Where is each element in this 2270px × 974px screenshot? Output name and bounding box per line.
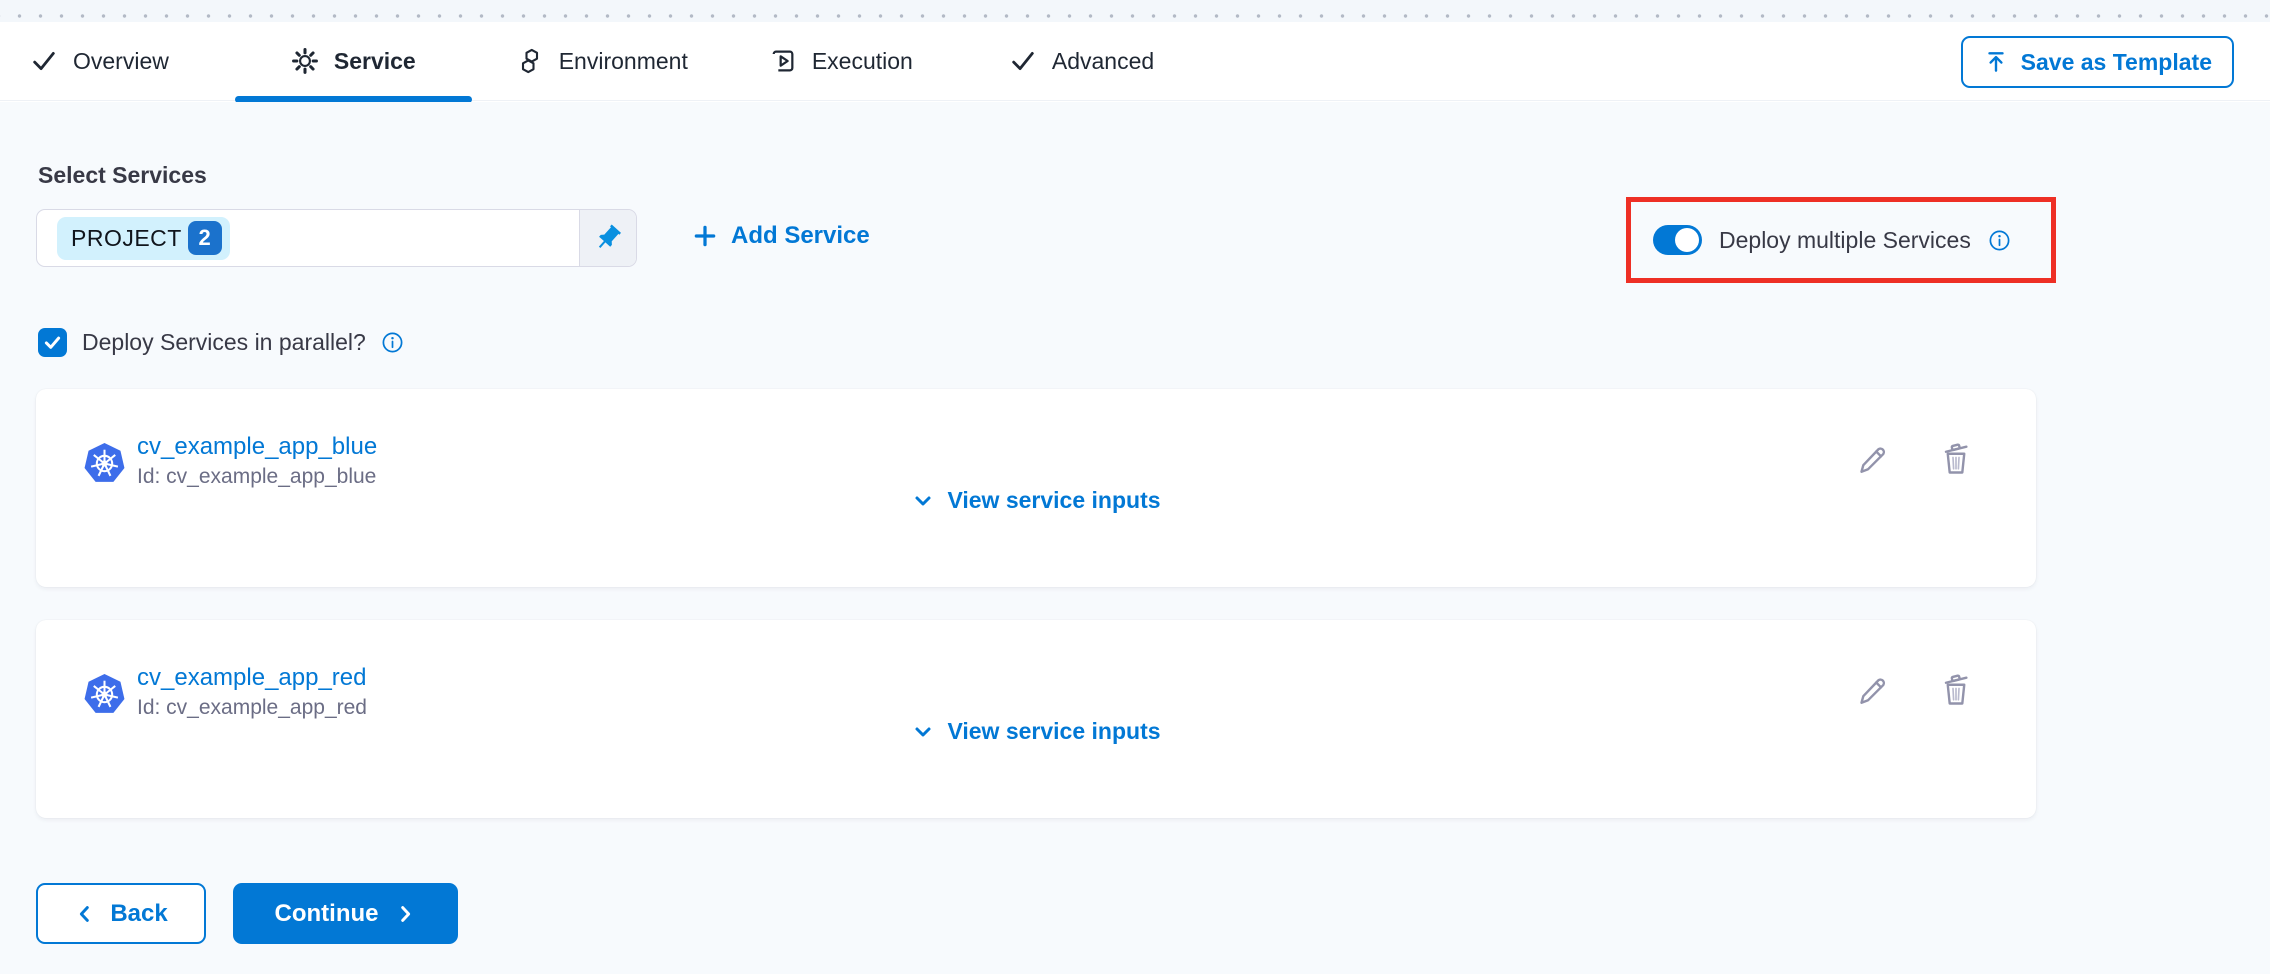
add-service-button[interactable]: Add Service xyxy=(692,222,870,250)
deploy-multiple-services-toggle[interactable] xyxy=(1653,225,1702,255)
deploy-parallel-label: Deploy Services in parallel? xyxy=(82,329,366,356)
view-service-inputs-button[interactable]: View service inputs xyxy=(36,487,2036,514)
project-tag-label: PROJECT xyxy=(71,225,182,252)
stage-content-area: Select Services PROJECT 2 Add Servi xyxy=(0,102,2270,974)
check-icon xyxy=(1009,47,1037,75)
tab-label: Overview xyxy=(73,48,169,75)
pin-button[interactable] xyxy=(579,210,636,266)
tab-label: Execution xyxy=(812,48,913,75)
back-label: Back xyxy=(110,900,167,928)
continue-button[interactable]: Continue xyxy=(233,883,458,944)
card-actions xyxy=(1854,672,1974,708)
project-tag[interactable]: PROJECT 2 xyxy=(57,217,230,260)
info-icon[interactable] xyxy=(1988,229,2011,252)
select-services-label: Select Services xyxy=(38,162,207,189)
service-id-text: Id: cv_example_app_red xyxy=(137,696,367,720)
save-as-template-label: Save as Template xyxy=(2021,49,2212,76)
service-id-text: Id: cv_example_app_blue xyxy=(137,465,376,489)
edit-icon[interactable] xyxy=(1854,441,1890,477)
service-name-link[interactable]: cv_example_app_red xyxy=(137,664,367,692)
edit-icon[interactable] xyxy=(1854,672,1890,708)
stage-tab-bar: Overview Service xyxy=(0,22,2270,101)
deploy-multiple-services-label: Deploy multiple Services xyxy=(1719,227,1971,254)
add-service-label: Add Service xyxy=(731,222,870,250)
service-card: cv_example_app_blue Id: cv_example_app_b… xyxy=(36,389,2036,587)
chevron-right-icon xyxy=(394,903,416,925)
kubernetes-icon xyxy=(82,672,127,717)
pin-icon xyxy=(593,223,623,253)
tab-service[interactable]: Service xyxy=(291,22,416,100)
deploy-parallel-checkbox[interactable] xyxy=(38,328,67,357)
dotted-top-strip xyxy=(0,0,2270,22)
tab-label: Service xyxy=(334,48,416,75)
selected-services-tags: PROJECT 2 xyxy=(37,217,579,260)
tab-execution[interactable]: Execution xyxy=(769,22,913,100)
footer-buttons: Back Continue xyxy=(36,883,458,944)
trash-icon[interactable] xyxy=(1938,672,1974,708)
tab-overview[interactable]: Overview xyxy=(30,22,169,100)
chevron-down-icon xyxy=(911,720,935,744)
service-card: cv_example_app_red Id: cv_example_app_re… xyxy=(36,620,2036,818)
info-icon[interactable] xyxy=(381,331,404,354)
view-service-inputs-button[interactable]: View service inputs xyxy=(36,718,2036,745)
card-actions xyxy=(1854,441,1974,477)
project-tag-count-badge: 2 xyxy=(188,221,222,255)
save-as-template-button[interactable]: Save as Template xyxy=(1961,36,2234,88)
plus-icon xyxy=(692,223,718,249)
hexagons-icon xyxy=(516,47,544,75)
view-service-inputs-label: View service inputs xyxy=(947,487,1160,514)
tab-environment[interactable]: Environment xyxy=(516,22,688,100)
check-icon xyxy=(30,47,58,75)
service-name-link[interactable]: cv_example_app_blue xyxy=(137,433,377,461)
tab-label: Advanced xyxy=(1052,48,1154,75)
view-service-inputs-label: View service inputs xyxy=(947,718,1160,745)
back-button[interactable]: Back xyxy=(36,883,206,944)
highlight-box: Deploy multiple Services xyxy=(1626,197,2056,283)
chevron-down-icon xyxy=(911,489,935,513)
toggle-knob xyxy=(1675,228,1699,252)
tab-label: Environment xyxy=(559,48,688,75)
select-services-input[interactable]: PROJECT 2 xyxy=(36,209,637,267)
continue-label: Continue xyxy=(275,900,379,928)
trash-icon[interactable] xyxy=(1938,441,1974,477)
deploy-parallel-row: Deploy Services in parallel? xyxy=(38,328,404,357)
pipeline-stage-config-page: Overview Service xyxy=(0,0,2270,974)
upload-icon xyxy=(1983,49,2009,75)
tab-advanced[interactable]: Advanced xyxy=(1009,22,1154,100)
play-square-icon xyxy=(769,47,797,75)
kubernetes-icon xyxy=(82,441,127,486)
gear-icon xyxy=(291,47,319,75)
chevron-left-icon xyxy=(74,903,96,925)
